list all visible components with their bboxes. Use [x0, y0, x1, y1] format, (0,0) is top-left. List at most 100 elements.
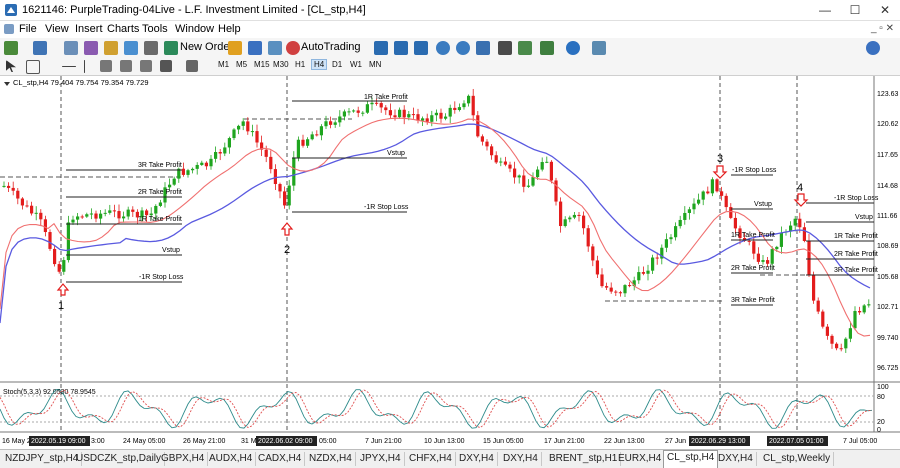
arrows-icon[interactable] — [186, 60, 198, 72]
market-watch-icon[interactable] — [64, 41, 78, 55]
candle-body — [471, 95, 475, 116]
metaeditor-icon[interactable] — [228, 41, 242, 55]
candle-body — [701, 191, 705, 200]
tab-eurx-h4[interactable]: EURX,H4 — [615, 452, 666, 466]
menu-charts[interactable]: Charts — [107, 23, 139, 35]
chart-window-icon[interactable] — [4, 24, 14, 34]
timeframe-d1[interactable]: D1 — [332, 60, 342, 69]
candle-body — [7, 185, 11, 188]
candle-body — [669, 237, 673, 240]
price-chart[interactable]: CL_stp,H4 79.404 79.754 79.354 79.729 3R… — [0, 76, 900, 449]
timeframe-mn[interactable]: MN — [369, 60, 381, 69]
periods-icon[interactable] — [566, 41, 580, 55]
autotrading-icon[interactable] — [286, 41, 300, 55]
time-tick: 22 Jun 13:00 — [604, 438, 645, 445]
help-icon[interactable] — [866, 41, 880, 55]
tab-usdczk-daily[interactable]: USDCZK_stp,Daily — [73, 452, 166, 466]
cursor-icon[interactable] — [6, 60, 16, 72]
menu-help[interactable]: Help — [218, 23, 241, 35]
data-window-icon[interactable] — [84, 41, 98, 55]
new-order-icon[interactable] — [164, 41, 178, 55]
candle-body — [62, 260, 66, 272]
timeframe-h1[interactable]: H1 — [295, 60, 305, 69]
candlestick-icon[interactable] — [394, 41, 408, 55]
candle-body — [20, 198, 24, 206]
candle-body — [214, 152, 218, 159]
tab-jpyx-h4[interactable]: JPYX,H4 — [357, 452, 405, 466]
zoom-out-icon[interactable] — [456, 41, 470, 55]
window-controls: — ☐ ✕ — [810, 0, 900, 20]
price-tick: 114.68 — [877, 183, 898, 190]
autotrading-button[interactable]: AutoTrading — [301, 41, 361, 53]
standard-toolbar: New Order AutoTrading — [0, 38, 900, 59]
maximize-button[interactable]: ☐ — [840, 0, 870, 20]
profiles-icon[interactable] — [33, 41, 47, 55]
tile-windows-icon[interactable] — [476, 41, 490, 55]
candle-body — [310, 134, 314, 140]
indicators-icon[interactable] — [540, 41, 554, 55]
crosshair-icon[interactable] — [26, 60, 40, 74]
minimize-button[interactable]: — — [810, 0, 840, 20]
new-order-button[interactable]: New Order — [180, 41, 233, 53]
tab-nzdx-h4[interactable]: NZDX,H4 — [306, 452, 356, 466]
candle-body — [720, 191, 724, 196]
line-chart-icon[interactable] — [414, 41, 428, 55]
menu-file[interactable]: File — [19, 23, 37, 35]
timeframe-m1[interactable]: M1 — [218, 60, 229, 69]
horizontal-line-icon[interactable] — [62, 66, 76, 67]
timeframe-h4[interactable]: H4 — [311, 59, 328, 70]
menu-window[interactable]: Window — [175, 23, 214, 35]
new-chart-icon[interactable] — [4, 41, 18, 55]
child-window-controls[interactable]: _ ▫ ✕ — [871, 23, 894, 34]
autoscroll-icon[interactable] — [518, 41, 532, 55]
tab-gbpx-h4[interactable]: GBPX,H4 — [158, 452, 209, 466]
timeframe-w1[interactable]: W1 — [350, 60, 362, 69]
navigator-icon[interactable] — [104, 41, 118, 55]
candle-body — [402, 109, 406, 118]
tab-audx-h4[interactable]: AUDX,H4 — [206, 452, 257, 466]
candle-body — [16, 190, 20, 199]
candle-body — [333, 122, 337, 125]
templates-icon[interactable] — [592, 41, 606, 55]
chart-shift-icon[interactable] — [498, 41, 512, 55]
candle-body — [347, 111, 351, 113]
timeframe-m30[interactable]: M30 — [273, 60, 289, 69]
tab-cadx-h4[interactable]: CADX,H4 — [255, 452, 306, 466]
strategy-tester-icon[interactable] — [144, 41, 158, 55]
fibonacci-icon[interactable] — [140, 60, 152, 72]
tab-brent-h1[interactable]: BRENT_stp,H1 — [546, 452, 622, 466]
candle-body — [292, 157, 296, 186]
menu-insert[interactable]: Insert — [75, 23, 103, 35]
bar-chart-icon[interactable] — [374, 41, 388, 55]
signals-icon[interactable] — [268, 41, 282, 55]
candle-body — [2, 185, 6, 187]
tab-cl-weekly[interactable]: CL_stp,Weekly — [760, 452, 835, 466]
candle-body — [628, 285, 632, 287]
vertical-line-icon[interactable] — [84, 60, 85, 73]
candle-body — [674, 226, 678, 238]
s1-1r-label: 1R Take Profit — [138, 216, 182, 223]
tab-dxy-h4[interactable]: DXY,H4 — [500, 452, 542, 466]
candle-body — [66, 222, 70, 261]
tab-cl-h4[interactable]: CL_stp,H4 — [663, 450, 719, 468]
close-button[interactable]: ✕ — [870, 0, 900, 20]
candle-body — [94, 213, 98, 219]
timeframe-m5[interactable]: M5 — [236, 60, 247, 69]
tab-dxy-h4[interactable]: DXY,H4 — [715, 452, 757, 466]
timeframe-m15[interactable]: M15 — [254, 60, 270, 69]
terminal-icon[interactable] — [124, 41, 138, 55]
people-icon[interactable] — [248, 41, 262, 55]
zoom-in-icon[interactable] — [436, 41, 450, 55]
tab-dxy-h4[interactable]: DXY,H4 — [456, 452, 498, 466]
menu-tools[interactable]: Tools — [142, 23, 168, 35]
candle-body — [430, 115, 434, 122]
tab-chfx-h4[interactable]: CHFX,H4 — [406, 452, 456, 466]
candle-body — [48, 232, 52, 249]
text-icon[interactable] — [160, 60, 172, 72]
time-tick: 31 M — [241, 438, 257, 445]
tab-nzdjpy-h4[interactable]: NZDJPY_stp,H4 — [2, 452, 83, 466]
trendline-icon[interactable] — [100, 60, 112, 72]
menu-view[interactable]: View — [45, 23, 69, 35]
channel-icon[interactable] — [120, 60, 132, 72]
candle-body — [384, 107, 388, 111]
